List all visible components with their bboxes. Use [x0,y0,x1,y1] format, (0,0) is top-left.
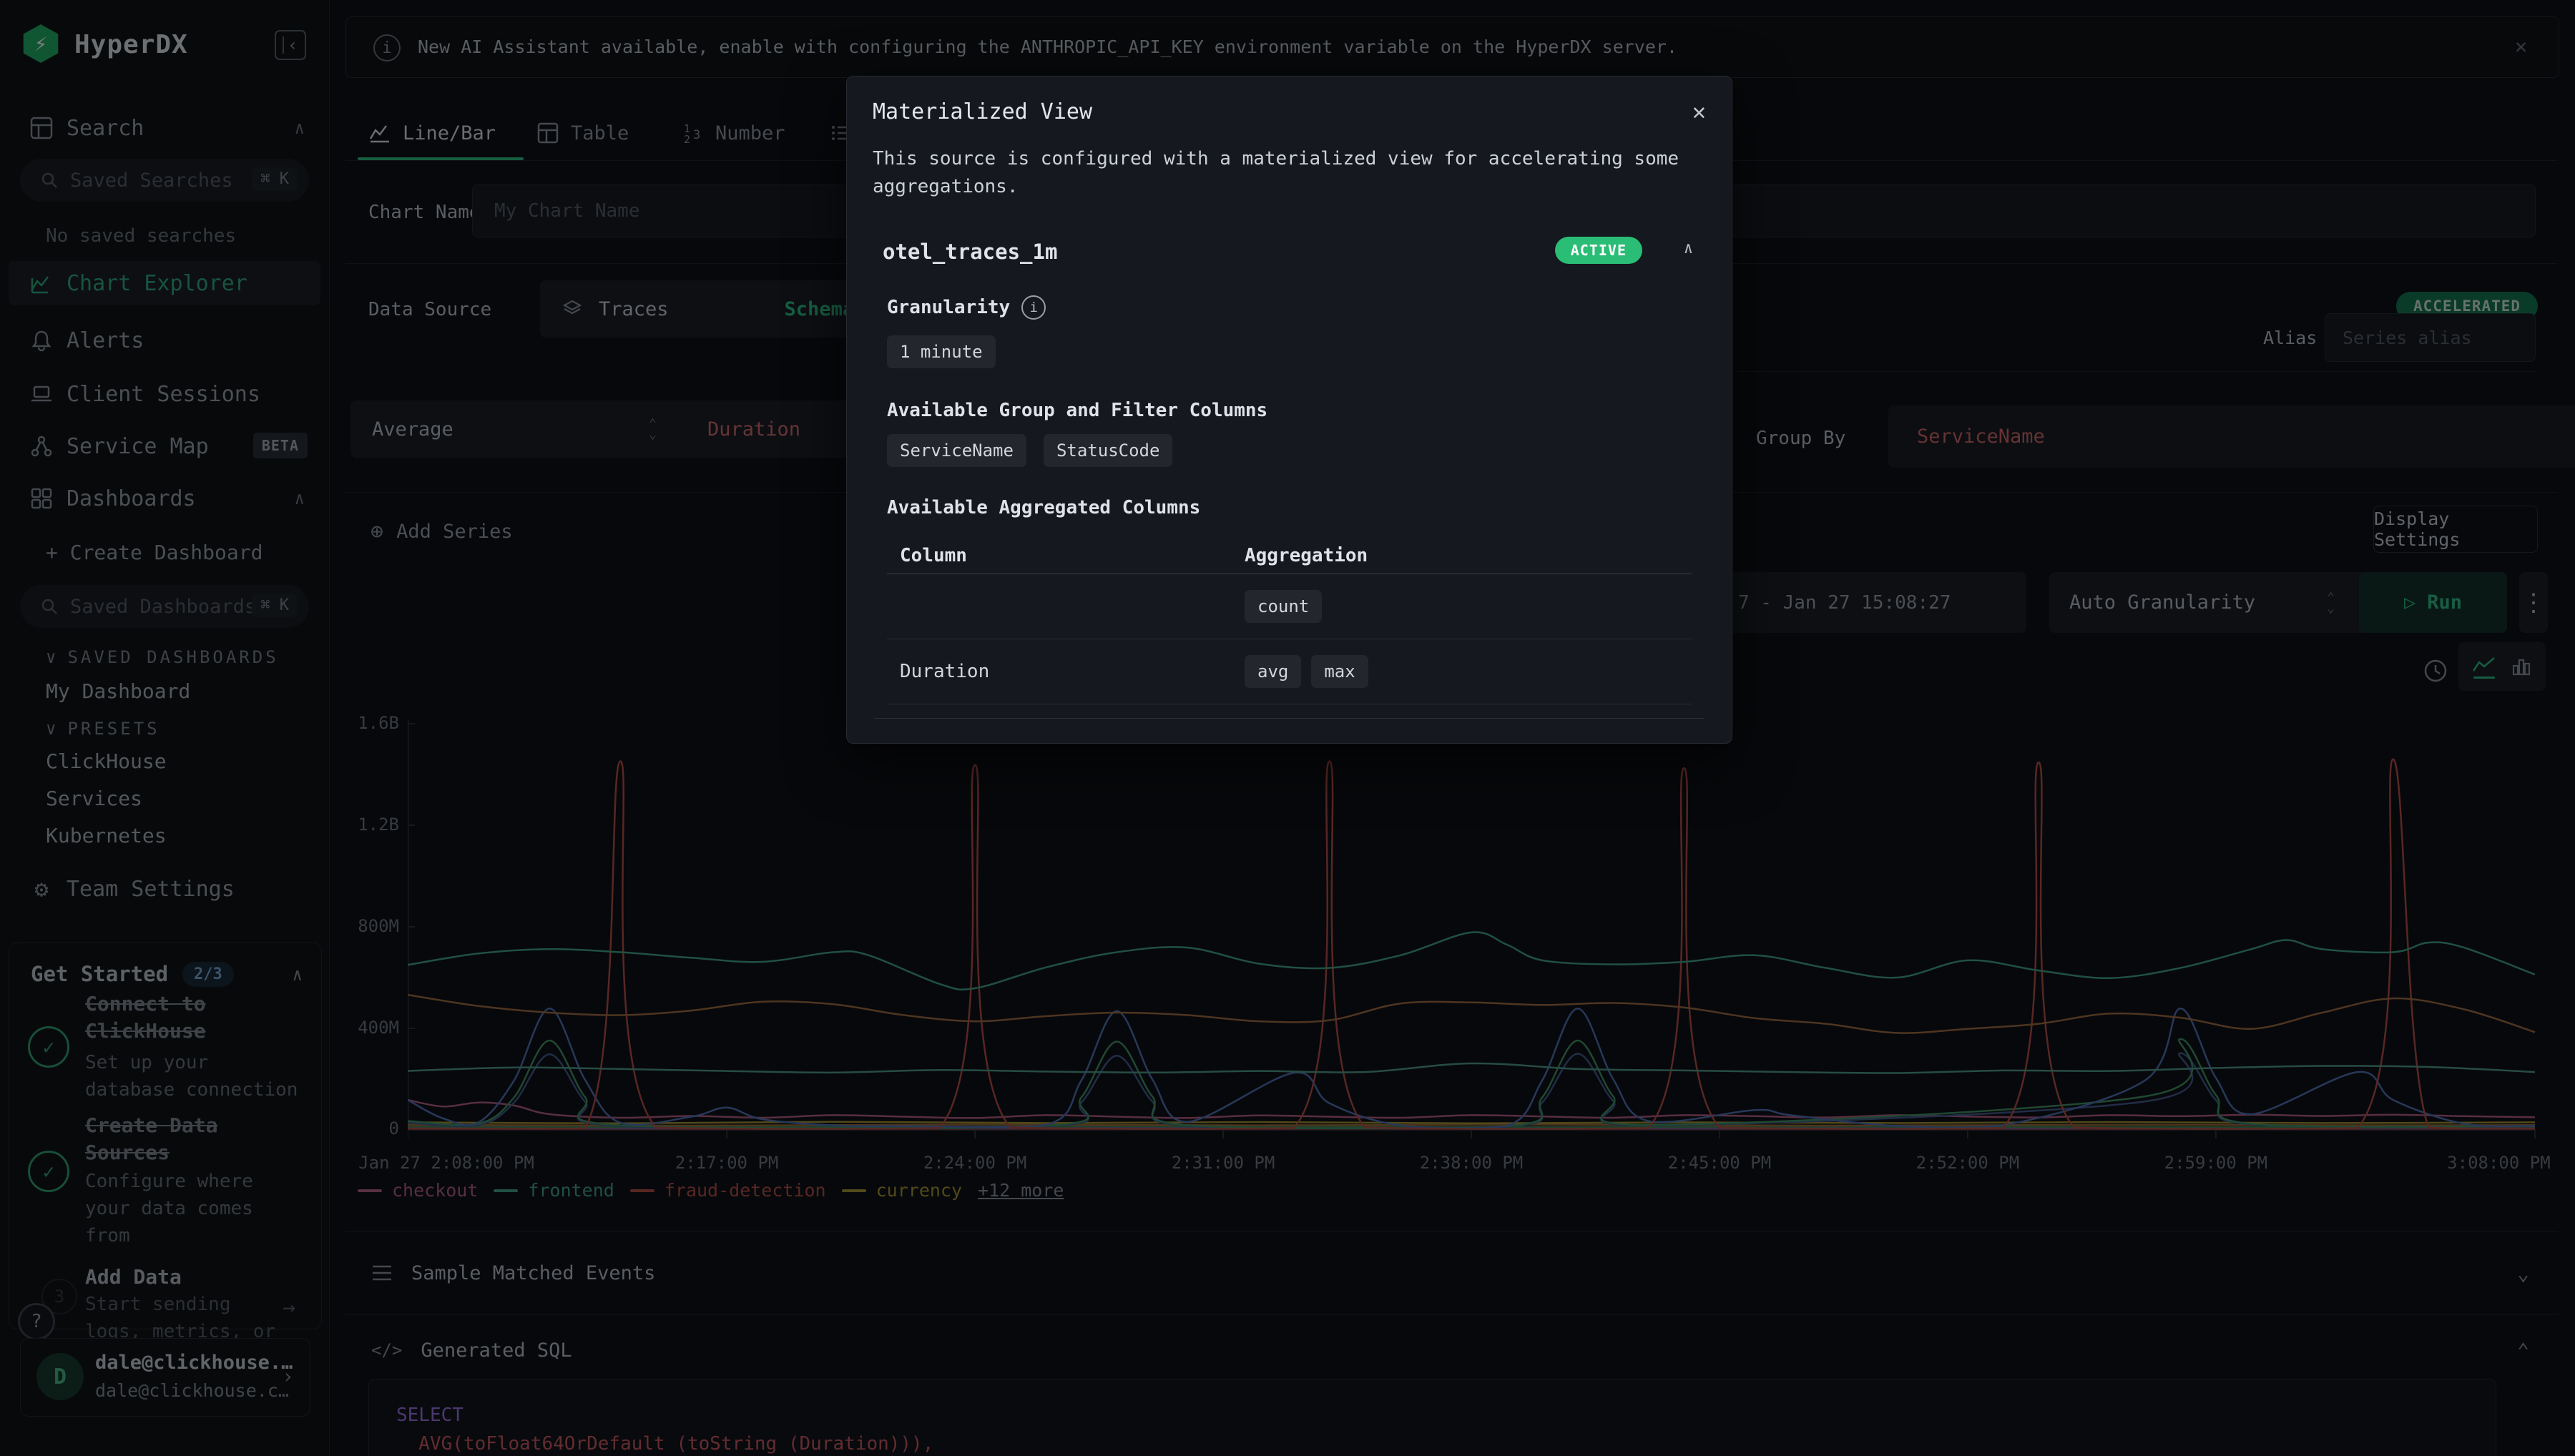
aggregation-cell: count [1245,590,1692,623]
app-root: ⚡ HyperDX ‹ Search ∧ Saved Searches ⌘ K … [0,0,2575,1456]
agg-chip: count [1245,590,1322,623]
active-status-badge: ACTIVE [1555,237,1642,264]
column-chip: StatusCode [1044,434,1173,467]
aggregated-columns-table: Column Aggregation count Duration avg ma… [887,538,1692,704]
aggregated-columns-label: Available Aggregated Columns [887,497,1200,518]
view-name: otel_traces_1m [883,240,1057,264]
materialized-view-modal: Materialized View ✕ This source is confi… [846,76,1732,744]
modal-description: This source is configured with a materia… [873,145,1706,201]
aggregation-header: Aggregation [1245,545,1692,566]
group-filter-chips: ServiceName StatusCode [887,434,1172,467]
info-icon[interactable]: i [1021,295,1046,320]
modal-bottom-divider [874,718,1705,719]
table-row: Duration avg max [887,639,1692,704]
granularity-chip: 1 minute [887,335,996,368]
table-header-row: Column Aggregation [887,538,1692,574]
agg-chip: max [1311,655,1368,688]
modal-close-icon[interactable]: ✕ [1692,98,1706,125]
column-chip: ServiceName [887,434,1026,467]
aggregation-cell: avg max [1245,655,1692,688]
group-filter-columns-label: Available Group and Filter Columns [887,400,1267,421]
agg-chip: avg [1245,655,1301,688]
chevron-up-icon[interactable]: ∧ [1684,240,1693,257]
column-cell: Duration [887,661,1245,682]
modal-title: Materialized View [873,99,1092,124]
granularity-label: Granularity [887,297,1010,318]
column-header: Column [887,545,1245,566]
granularity-section: Granularity i [887,295,1046,320]
table-row: count [887,574,1692,639]
